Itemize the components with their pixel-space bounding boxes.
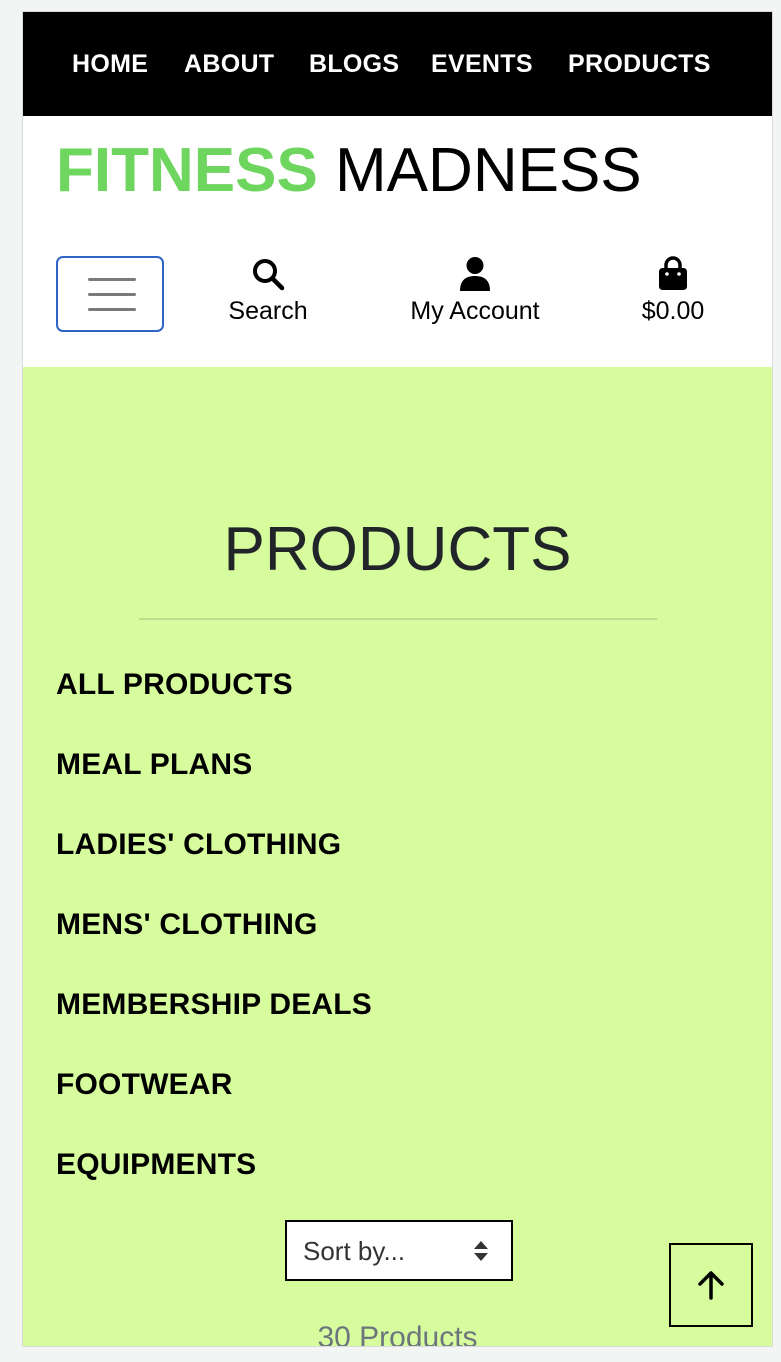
products-section: PRODUCTS ALL PRODUCTS MEAL PLANS LADIES'…	[23, 367, 772, 1347]
top-navigation: HOME ABOUT BLOGS EVENTS PRODUCTS	[23, 12, 772, 116]
category-ladies-clothing[interactable]: LADIES' CLOTHING	[56, 828, 341, 862]
search-icon	[253, 259, 285, 291]
category-meal-plans[interactable]: MEAL PLANS	[56, 748, 252, 782]
browser-viewport: HOME ABOUT BLOGS EVENTS PRODUCTS FITNESS…	[22, 11, 773, 1347]
nav-events-link[interactable]: EVENTS	[431, 50, 533, 78]
category-all-products[interactable]: ALL PRODUCTS	[56, 668, 293, 702]
cart-button[interactable]: $0.00	[628, 256, 718, 326]
sort-select[interactable]: Sort by...	[285, 1220, 513, 1281]
nav-home-link[interactable]: HOME	[72, 50, 148, 78]
my-account-button[interactable]: My Account	[395, 256, 555, 326]
search-label: Search	[228, 297, 308, 325]
cart-total: $0.00	[641, 297, 705, 325]
page-title: PRODUCTS	[223, 515, 572, 584]
menu-toggle-button[interactable]	[56, 256, 164, 332]
site-logo[interactable]: FITNESS MADNESS	[56, 136, 642, 206]
shopping-bag-icon	[659, 256, 687, 290]
category-mens-clothing[interactable]: MENS' CLOTHING	[56, 908, 318, 942]
my-account-label: My Account	[410, 297, 540, 325]
select-arrows-icon	[474, 1241, 488, 1261]
nav-blogs-link[interactable]: BLOGS	[309, 50, 399, 78]
sort-selected-value: Sort by...	[303, 1236, 406, 1266]
category-membership-deals[interactable]: MEMBERSHIP DEALS	[56, 988, 372, 1022]
product-count: 30 Products	[317, 1321, 478, 1347]
back-to-top-button[interactable]	[669, 1243, 753, 1327]
nav-products-link[interactable]: PRODUCTS	[568, 50, 711, 78]
title-divider	[139, 618, 657, 620]
search-button[interactable]: Search	[218, 256, 318, 326]
arrow-up-icon	[698, 1271, 724, 1300]
nav-about-link[interactable]: ABOUT	[184, 50, 274, 78]
user-icon	[460, 257, 490, 291]
category-footwear[interactable]: FOOTWEAR	[56, 1068, 233, 1102]
logo-part-fitness: FITNESS	[56, 136, 318, 205]
logo-part-madness: MADNESS	[317, 136, 642, 205]
category-equipments[interactable]: EQUIPMENTS	[56, 1148, 256, 1182]
